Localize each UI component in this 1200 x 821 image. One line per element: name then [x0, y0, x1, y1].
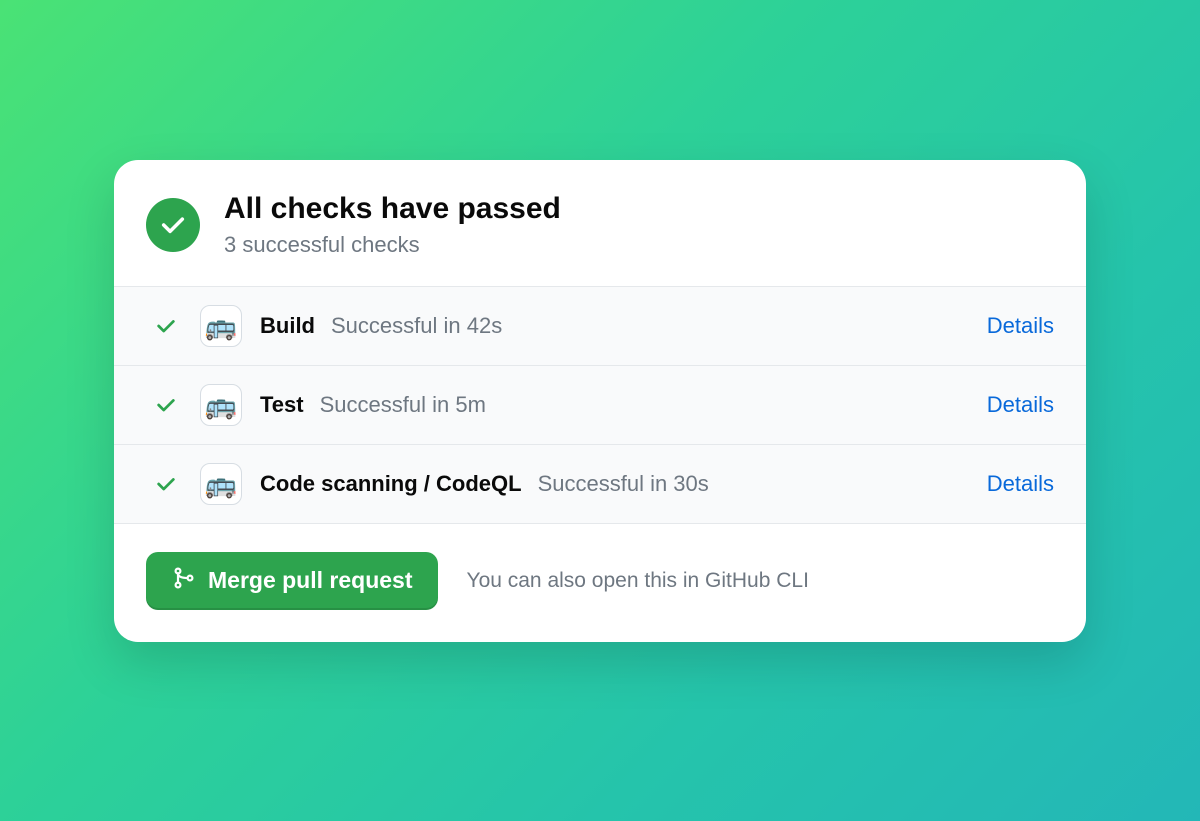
checks-subtitle: 3 successful checks	[224, 232, 561, 258]
check-row: 🚌 Test Successful in 5m Details	[114, 365, 1086, 444]
check-row: 🚌 Code scanning / CodeQL Successful in 3…	[114, 444, 1086, 523]
checkmark-circle-icon	[146, 198, 200, 252]
details-link[interactable]: Details	[987, 392, 1054, 418]
checks-header: All checks have passed 3 successful chec…	[114, 160, 1086, 286]
check-icon	[146, 394, 186, 416]
merge-button-label: Merge pull request	[208, 567, 412, 594]
check-status: Successful in 42s	[331, 313, 502, 339]
check-name: Test	[260, 392, 304, 418]
check-name: Code scanning / CodeQL	[260, 471, 522, 497]
workflow-avatar-icon: 🚌	[200, 384, 242, 426]
check-icon	[146, 473, 186, 495]
check-name: Build	[260, 313, 315, 339]
details-link[interactable]: Details	[987, 471, 1054, 497]
check-status: Successful in 30s	[538, 471, 709, 497]
git-merge-icon	[172, 566, 208, 596]
cli-hint-text: You can also open this in GitHub CLI	[466, 569, 808, 593]
workflow-avatar-icon: 🚌	[200, 305, 242, 347]
header-text-block: All checks have passed 3 successful chec…	[224, 192, 561, 258]
checks-card: All checks have passed 3 successful chec…	[114, 160, 1086, 642]
merge-pull-request-button[interactable]: Merge pull request	[146, 552, 438, 610]
details-link[interactable]: Details	[987, 313, 1054, 339]
merge-footer: Merge pull request You can also open thi…	[114, 523, 1086, 642]
workflow-avatar-icon: 🚌	[200, 463, 242, 505]
checks-title: All checks have passed	[224, 192, 561, 226]
check-status: Successful in 5m	[320, 392, 486, 418]
check-icon	[146, 315, 186, 337]
check-row: 🚌 Build Successful in 42s Details	[114, 286, 1086, 365]
